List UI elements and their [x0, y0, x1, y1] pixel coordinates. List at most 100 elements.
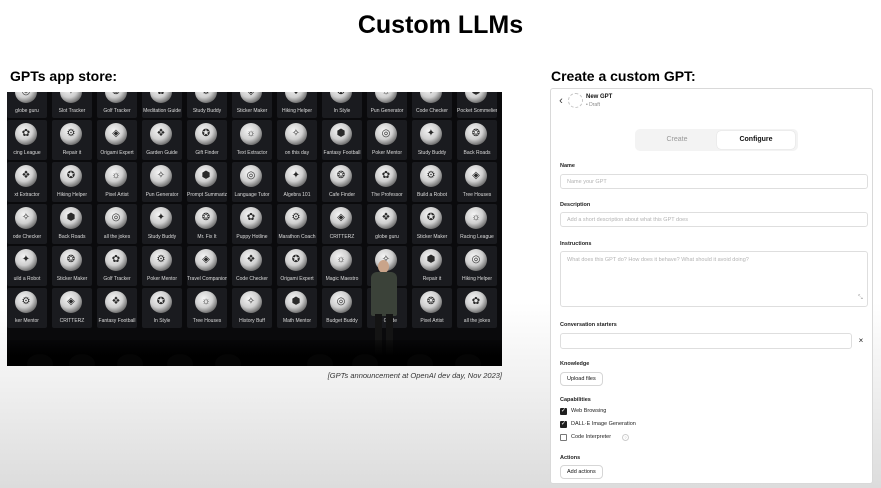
app-tile: ❖ Hiking Helper: [277, 92, 317, 118]
app-tile-label: xt Extractor: [14, 192, 40, 198]
gpt-avatar-placeholder[interactable]: [568, 93, 583, 108]
app-tile: ⬢ Fantasy Football: [322, 120, 362, 160]
app-tile-label: Tree Houses: [462, 192, 492, 198]
app-tile-label: Sticker Maker: [56, 276, 88, 282]
remove-starter-icon[interactable]: ×: [855, 335, 867, 347]
app-tile: ⚙ Poker Mentor: [142, 246, 182, 286]
app-tile-icon: ✪: [60, 165, 82, 187]
app-tile: ◎ Poker Mentor: [367, 120, 407, 160]
slide-title: Custom LLMs: [357, 11, 524, 39]
app-tile-icon: ❂: [105, 92, 127, 103]
app-tile-label: Fantasy Football: [98, 318, 136, 324]
app-tile-label: Language Tutor: [234, 192, 270, 198]
draft-status: • Draft: [586, 102, 600, 108]
app-tile-label: Text Extractor: [236, 150, 268, 156]
gpt-store-heading: GPTs app store:: [10, 68, 118, 84]
app-tile-label: Back Roads: [463, 150, 491, 156]
app-tile-icon: ✦: [420, 123, 442, 145]
app-tile-label: Racing League: [460, 234, 494, 240]
app-tile-label: Pixel Artist: [420, 318, 444, 324]
app-tile: ◈ CRITTERZ: [52, 288, 92, 328]
app-tile-icon: ⬢: [195, 165, 217, 187]
app-tile: ⬢ Math Mentor: [277, 288, 317, 328]
app-tile: ✦ uild a Robot: [7, 246, 47, 286]
app-tile-label: Build a Robot: [416, 192, 448, 198]
app-tile-label: ode Checker: [12, 234, 42, 240]
app-tile-icon: ☼: [195, 291, 217, 313]
app-tile-label: Fantasy Football: [323, 150, 361, 156]
app-tile-icon: ✪: [285, 249, 307, 271]
app-tile-icon: ⚙: [150, 249, 172, 271]
dalle-checkbox[interactable]: ✓: [560, 421, 567, 428]
app-tile: ✧ on this day: [277, 120, 317, 160]
app-tile-label: Mr. Fix It: [197, 234, 217, 240]
app-tile: ◎ Hiking Helper: [457, 246, 497, 286]
instructions-textarea[interactable]: [560, 251, 868, 307]
tab-create[interactable]: Create: [638, 131, 716, 149]
app-tile-icon: ✧: [240, 291, 262, 313]
app-tile: ⚙ ker Mentor: [7, 288, 47, 328]
app-tile-label: Study Buddy: [417, 150, 447, 156]
app-tile-icon: ◈: [195, 249, 217, 271]
app-tile-icon: ◎: [375, 123, 397, 145]
app-tile-icon: ✧: [420, 92, 442, 103]
app-tile-label: Repair it: [62, 150, 82, 156]
app-tile: ❖ xt Extractor: [7, 162, 47, 202]
knowledge-label: Knowledge: [560, 361, 590, 367]
app-tile-icon: ☼: [465, 207, 487, 229]
upload-files-button[interactable]: Upload files: [560, 372, 603, 386]
app-tile-icon: ❖: [150, 123, 172, 145]
app-tile: ✧ Pun Generator: [142, 162, 182, 202]
app-tile: ◈ Sticker Maker: [232, 92, 272, 118]
app-tile-icon: ✪: [420, 207, 442, 229]
app-tile-label: Hiking Helper: [281, 108, 312, 114]
app-tile-icon: ❖: [285, 92, 307, 103]
add-actions-button[interactable]: Add actions: [560, 465, 603, 479]
app-tile-label: Budget Buddy: [326, 318, 358, 324]
app-tile-label: Code Checker: [236, 276, 268, 282]
app-tile-icon: ✿: [465, 291, 487, 313]
app-tile-icon: ✧: [285, 123, 307, 145]
app-tile: ◈ Tree Houses: [457, 162, 497, 202]
app-tile-icon: ⚙: [60, 123, 82, 145]
capability-label: DALL·E Image Generation: [571, 421, 636, 427]
app-tile-label: Sticker Maker: [416, 234, 448, 240]
chevron-left-icon[interactable]: ‹: [556, 95, 566, 107]
app-tile: ❂ Mr. Fix It: [187, 204, 227, 244]
app-tile-icon: ⬢: [420, 249, 442, 271]
name-input[interactable]: [560, 174, 868, 189]
capability-label: Code Interpreter: [571, 434, 612, 440]
app-tile: ❖ Fantasy Football: [97, 288, 137, 328]
app-tile-icon: ☼: [330, 249, 352, 271]
app-tile: ✿ The Professor: [367, 162, 407, 202]
code-interpreter-checkbox[interactable]: [560, 434, 567, 441]
app-tile: ✦ Study Buddy: [142, 204, 182, 244]
app-tile-icon: ⚙: [420, 165, 442, 187]
app-tile-icon: ✿: [15, 123, 37, 145]
app-tile: ✿ Golf Tracker: [97, 246, 137, 286]
app-wall: ◎ globe guru ✦ Slot Tracker ❂ Golf Tracker ✿ Me…: [7, 92, 502, 366]
app-tile: ⚙ Marathon Coach: [277, 204, 317, 244]
app-tile-label: In Style: [153, 318, 171, 324]
app-tile: ✦ Algebra 101: [277, 162, 317, 202]
app-tile: ❂ Cafe Finder: [322, 162, 362, 202]
info-icon[interactable]: ?: [622, 434, 629, 441]
app-tile-label: Meditation Guide: [143, 108, 181, 114]
tab-configure[interactable]: Configure: [717, 131, 795, 149]
conversation-starter-input[interactable]: [560, 333, 852, 349]
app-tile-icon: ◎: [240, 165, 262, 187]
web-browsing-checkbox[interactable]: ✓: [560, 408, 567, 415]
app-tile-label: on this day: [284, 150, 310, 156]
description-input[interactable]: [560, 212, 868, 227]
app-tile-label: Algebra 101: [283, 192, 311, 198]
app-tile-icon: ⬢: [330, 123, 352, 145]
app-tile-icon: ✪: [150, 291, 172, 313]
app-tile: ❂ Sticker Maker: [52, 246, 92, 286]
app-tile: ❖ Garden Guide: [142, 120, 182, 160]
app-tile: ☼ Text Extractor: [232, 120, 272, 160]
app-tile-label: Pun Generator: [370, 108, 404, 114]
resize-handle-icon[interactable]: ⤡: [858, 295, 863, 301]
app-tile-icon: ◎: [330, 291, 352, 313]
gpt-store-photo: ◎ globe guru ✦ Slot Tracker ❂ Golf Tracker ✿ Me…: [7, 92, 502, 366]
app-tile-label: Origami Expert: [100, 150, 134, 156]
